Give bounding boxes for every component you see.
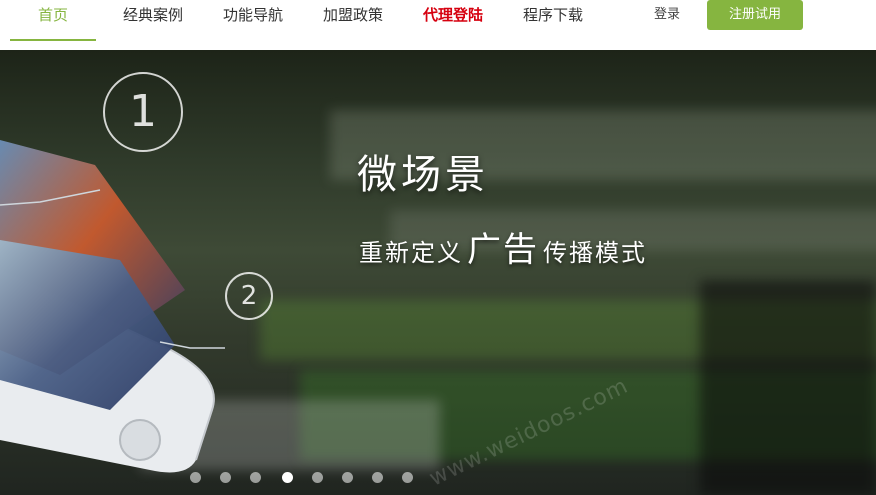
step-one-badge: 1 bbox=[103, 72, 183, 152]
nav-item-franchise[interactable]: 加盟政策 bbox=[312, 0, 394, 40]
nav-item-agent-login[interactable]: 代理登陆 bbox=[412, 0, 494, 40]
carousel-dot-active[interactable] bbox=[282, 472, 293, 483]
login-link[interactable]: 登录 bbox=[654, 0, 680, 30]
nav-item-cases[interactable]: 经典案例 bbox=[112, 0, 194, 40]
carousel-dot[interactable] bbox=[190, 472, 201, 483]
carousel-dot[interactable] bbox=[220, 472, 231, 483]
nav-item-home[interactable]: 首页 bbox=[10, 0, 96, 41]
carousel-dot[interactable] bbox=[372, 472, 383, 483]
subtitle-post: 传播模式 bbox=[543, 239, 647, 267]
step-two-badge: 2 bbox=[225, 272, 273, 320]
register-trial-button[interactable]: 注册试用 bbox=[707, 0, 803, 30]
banner-title: 微场景 bbox=[357, 152, 489, 198]
nav-item-download[interactable]: 程序下载 bbox=[512, 0, 594, 40]
banner-subtitle: 重新定义 广告 传播模式 bbox=[359, 222, 647, 271]
carousel-dot[interactable] bbox=[250, 472, 261, 483]
phone-illustration bbox=[0, 140, 225, 473]
subtitle-emphasis: 广告 bbox=[467, 230, 539, 270]
top-nav: 首页 经典案例 功能导航 加盟政策 代理登陆 程序下载 登录 注册试用 bbox=[0, 0, 876, 50]
nav-item-features[interactable]: 功能导航 bbox=[212, 0, 294, 40]
hero-banner[interactable]: www.weidoos.com 1 2 微场景 重新定义 广告 传播模式 bbox=[0, 50, 876, 495]
carousel-dot[interactable] bbox=[342, 472, 353, 483]
carousel-dot[interactable] bbox=[402, 472, 413, 483]
carousel-dot[interactable] bbox=[312, 472, 323, 483]
subtitle-pre: 重新定义 bbox=[359, 239, 463, 267]
